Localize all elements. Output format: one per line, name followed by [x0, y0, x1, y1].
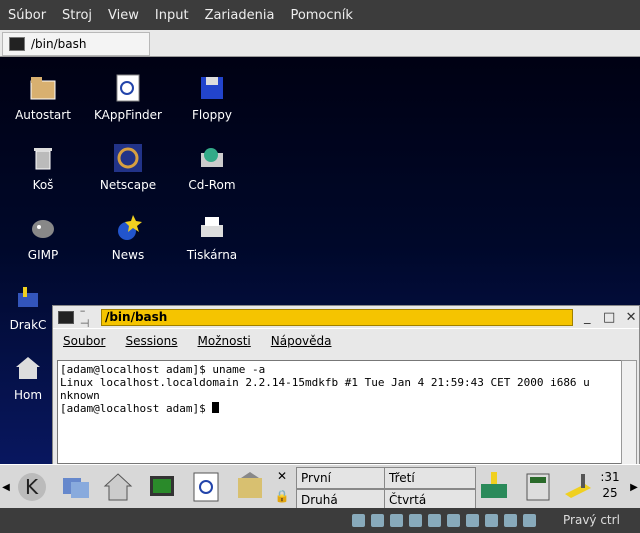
text-cursor [212, 402, 220, 413]
desktop-icon-label: Koš [32, 178, 54, 192]
books-icon[interactable] [474, 467, 514, 507]
desktop-icon-label: Cd-Rom [188, 178, 236, 192]
drakconf-icon [12, 282, 44, 314]
clock-top: :31 [600, 470, 620, 484]
terminal-prompt-line: [adam@localhost adam]$ [60, 402, 622, 415]
desktop-icon-kappfinder[interactable]: KAppFinder [86, 72, 170, 122]
kde-panel: ◀ K ✕ 🔒 První Třetí Druhá Čtvrtá :31 25 … [0, 464, 640, 511]
cpu-icon[interactable] [504, 514, 517, 527]
terminal-prompt: [adam@localhost adam]$ [60, 402, 213, 415]
network-icon[interactable] [409, 514, 422, 527]
cd-icon[interactable] [371, 514, 384, 527]
folder-icon [27, 72, 59, 104]
menu-input[interactable]: Input [147, 8, 197, 23]
clock-bottom: 25 [602, 486, 618, 500]
terminal-line: Linux localhost.localdomain 2.2.14-15mdk… [60, 376, 590, 389]
help-icon[interactable] [186, 467, 226, 507]
menu-moznosti[interactable]: Možnosti [198, 334, 251, 348]
audio-icon[interactable] [390, 514, 403, 527]
desktop-icon-label: News [111, 248, 145, 262]
floppy-icon [196, 72, 228, 104]
trash-icon [27, 142, 59, 174]
desktop-button-1[interactable]: První [296, 467, 388, 489]
window-title: /bin/bash [100, 308, 574, 326]
menu-napoveda[interactable]: Nápověda [271, 334, 332, 348]
close-task-icon[interactable]: ✕ [274, 467, 290, 485]
menu-stroj[interactable]: Stroj [54, 8, 100, 23]
home-icon [12, 352, 44, 384]
desktop-icon-netscape[interactable]: Netscape [86, 142, 170, 192]
minimize-icon[interactable]: _ [579, 310, 595, 325]
desktop-icon-label: Autostart [15, 108, 71, 122]
desktop-icon-label: GIMP [27, 248, 59, 262]
desktop-icon-tiskarna[interactable]: Tiskárna [170, 212, 254, 262]
close-icon[interactable]: ✕ [623, 310, 639, 325]
clock: :31 25 [598, 469, 622, 501]
desktop-icon-floppy[interactable]: Floppy [170, 72, 254, 122]
terminal-icon[interactable] [58, 310, 74, 324]
host-menubar: Súbor Stroj View Input Zariadenia Pomocn… [0, 0, 640, 30]
menu-subor[interactable]: Súbor [0, 8, 54, 23]
panel-hide-left-button[interactable]: ◀ [0, 467, 12, 507]
desktop-icon-autostart[interactable]: Autostart [1, 72, 85, 122]
panel-hide-right-button[interactable]: ▶ [628, 467, 640, 507]
pin-icon[interactable]: –⊣ [80, 304, 95, 330]
terminal-line: [adam@localhost adam]$ uname -a [60, 363, 266, 376]
desktop-icon-news[interactable]: News [86, 212, 170, 262]
display-icon[interactable] [466, 514, 479, 527]
mouse-icon[interactable] [523, 514, 536, 527]
gimp-icon [27, 212, 59, 244]
desktop-icon-label: Floppy [192, 108, 232, 122]
kedit-icon[interactable] [558, 467, 598, 507]
desktop-icon-label: Netscape [99, 178, 157, 192]
lock-icon[interactable]: 🔒 [274, 487, 290, 505]
terminal-line: nknown [60, 389, 100, 402]
menu-zariadenia[interactable]: Zariadenia [197, 8, 283, 23]
calculator-icon[interactable] [518, 467, 558, 507]
capture-icon[interactable] [485, 514, 498, 527]
desktop-icon-label: KAppFinder [93, 108, 162, 122]
konsole-menubar: Soubor Sessions Možnosti Nápověda [53, 328, 639, 353]
desktop-icon-cdrom[interactable]: Cd-Rom [170, 142, 254, 192]
kmenu-icon[interactable]: K [12, 467, 52, 507]
terminal-scrollbar[interactable] [621, 360, 637, 466]
hdd-icon[interactable] [352, 514, 365, 527]
home-folder-icon[interactable] [98, 467, 138, 507]
task-label: /bin/bash [31, 37, 87, 51]
netscape-icon [112, 142, 144, 174]
appfinder-icon [112, 72, 144, 104]
statusbar-icons [352, 514, 536, 527]
news-icon [112, 212, 144, 244]
host-statusbar: Pravý ctrl [0, 508, 640, 533]
svg-text:K: K [25, 475, 39, 499]
desktop-button-3[interactable]: Třetí [384, 467, 476, 489]
desktop-icon-label: Tiskárna [186, 248, 238, 262]
top-taskbar: /bin/bash [0, 30, 640, 57]
konqueror-icon[interactable] [230, 467, 270, 507]
task-button-bash[interactable]: /bin/bash [2, 32, 150, 56]
maximize-icon[interactable]: □ [601, 310, 617, 325]
cdrom-icon [196, 142, 228, 174]
window-list-icon[interactable] [56, 467, 96, 507]
menu-view[interactable]: View [100, 8, 147, 23]
menu-soubor[interactable]: Soubor [63, 334, 105, 348]
host-key-label: Pravý ctrl [563, 513, 620, 527]
printer-icon [196, 212, 228, 244]
shared-folder-icon[interactable] [447, 514, 460, 527]
terminal-area[interactable]: [adam@localhost adam]$ uname -a Linux loc… [57, 360, 623, 464]
desktop-icon-gimp[interactable]: GIMP [1, 212, 85, 262]
menu-pomocnik[interactable]: Pomocník [282, 8, 360, 23]
menu-sessions[interactable]: Sessions [125, 334, 177, 348]
terminal-icon [9, 37, 25, 51]
konsole-titlebar[interactable]: –⊣ /bin/bash _ □ ✕ [53, 304, 639, 330]
control-center-icon[interactable] [142, 467, 182, 507]
usb-icon[interactable] [428, 514, 441, 527]
desktop-icon-kos[interactable]: Koš [1, 142, 85, 192]
